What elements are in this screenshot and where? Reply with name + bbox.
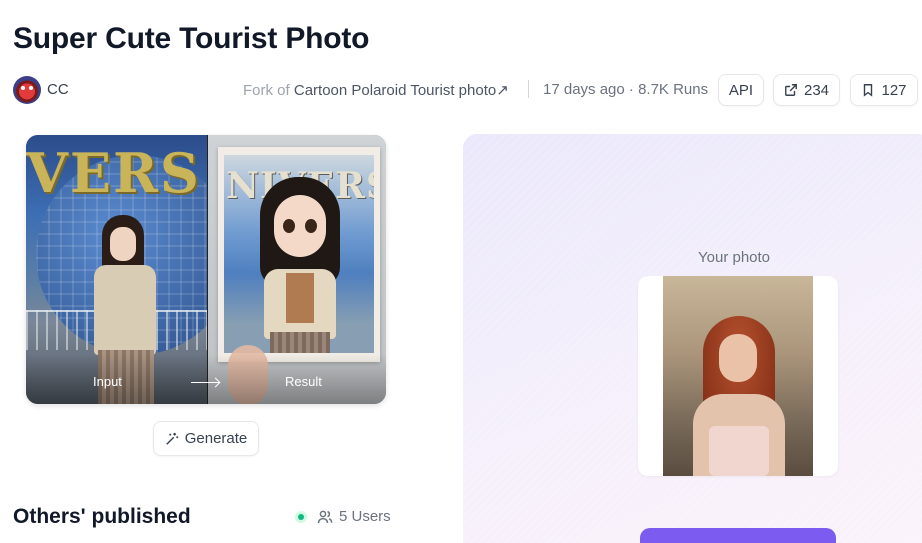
- toon-face: [274, 195, 326, 257]
- divider: [528, 80, 529, 98]
- result-label: Result: [285, 374, 322, 389]
- share-button[interactable]: 234: [773, 74, 840, 106]
- author-avatar[interactable]: [13, 76, 41, 104]
- generate-label: Generate: [184, 430, 248, 447]
- before-after-showcase: VERS NIVERS: [26, 135, 386, 404]
- age-text: 17 days ago: [543, 81, 625, 98]
- label-shade: [26, 354, 386, 404]
- online-dot-icon: [295, 510, 307, 523]
- photo-top: [709, 426, 769, 476]
- toon-eye-left: [283, 219, 295, 233]
- arrow-right-icon: [191, 382, 219, 383]
- api-button[interactable]: API: [718, 74, 764, 106]
- face-shape: [110, 227, 136, 261]
- share-icon: [785, 84, 797, 96]
- toon-eye-right: [305, 219, 317, 233]
- runs-text: 8.7K Runs: [638, 81, 709, 98]
- toon-vest: [286, 273, 314, 323]
- polaroid-photo: NIVERS: [224, 155, 374, 353]
- generate-button[interactable]: Generate: [153, 421, 259, 456]
- bookmark-button[interactable]: 127: [850, 74, 918, 106]
- others-published-heading: Others' published: [13, 505, 191, 528]
- dot-separator: ·: [628, 81, 634, 98]
- input-sign-text: VERS: [26, 141, 201, 205]
- fork-prefix: Fork of: [243, 82, 290, 99]
- page-title: Super Cute Tourist Photo: [13, 22, 370, 55]
- coat-shape: [94, 265, 156, 355]
- author-name[interactable]: CC: [47, 81, 69, 98]
- meta-bar: CC Fork of Cartoon Polaroid Tourist phot…: [13, 74, 918, 106]
- magic-wand-icon: [165, 432, 178, 445]
- photo-face: [719, 334, 757, 382]
- users-icon: [317, 510, 333, 523]
- fork-link[interactable]: Cartoon Polaroid Tourist photo↗: [294, 82, 509, 99]
- users-count[interactable]: 5 Users: [295, 508, 391, 525]
- bookmark-icon: [864, 84, 873, 97]
- your-photo-label: Your photo: [698, 249, 771, 266]
- uploaded-photo: [663, 276, 813, 476]
- toon-skirt: [270, 332, 330, 353]
- run-stats: 17 days ago · 8.7K Runs: [543, 81, 708, 98]
- photo-upload-card[interactable]: [638, 276, 838, 476]
- external-link-icon: ↗: [496, 82, 509, 99]
- fork-info: Fork of Cartoon Polaroid Tourist photo↗: [243, 81, 509, 99]
- cartoon-character: [250, 177, 350, 353]
- users-count-text: 5 Users: [339, 508, 391, 525]
- api-label: API: [728, 81, 754, 99]
- primary-action-button[interactable]: [640, 528, 836, 543]
- polaroid-frame: NIVERS: [218, 147, 380, 362]
- input-label: Input: [93, 374, 122, 389]
- bookmark-count: 127: [881, 81, 907, 99]
- fork-link-text: Cartoon Polaroid Tourist photo: [293, 82, 497, 99]
- share-count: 234: [803, 81, 830, 99]
